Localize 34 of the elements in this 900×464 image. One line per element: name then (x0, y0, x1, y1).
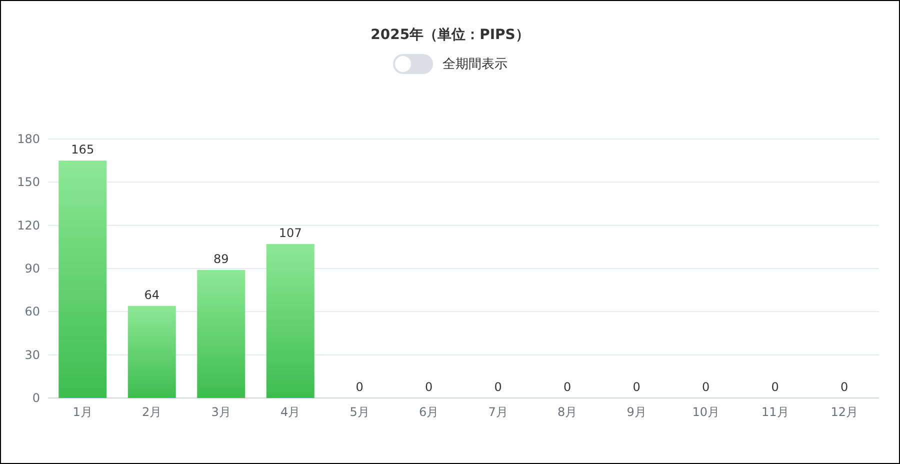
value-label: 0 (425, 380, 433, 394)
axis-category-label: 6月 (419, 405, 439, 419)
axis-category-label: 12月 (830, 405, 858, 419)
axis-tick-label: 0 (32, 391, 40, 405)
value-label: 0 (771, 380, 779, 394)
value-label: 0 (702, 380, 710, 394)
axis-category-label: 3月 (211, 405, 231, 419)
axis-tick-label: 60 (24, 304, 40, 319)
axis-category-label: 1月 (72, 405, 92, 419)
axis-category-label: 5月 (350, 405, 370, 419)
axis-tick-label: 30 (24, 348, 40, 362)
axis-category-label: 10月 (692, 405, 720, 419)
value-label: 0 (494, 380, 502, 394)
axis-tick-label: 180 (17, 132, 40, 146)
axis-tick-label: 150 (17, 175, 40, 190)
axis-tick-label: 90 (24, 262, 40, 276)
value-label: 64 (144, 288, 160, 302)
value-label: 165 (71, 142, 94, 157)
value-label: 0 (356, 380, 364, 394)
value-label: 0 (564, 380, 572, 394)
value-label: 89 (213, 252, 229, 266)
axis-category-label: 7月 (488, 405, 508, 419)
toggle-label: 全期間表示 (442, 56, 508, 73)
axis-category-label: 2月 (142, 405, 162, 419)
value-label: 0 (632, 380, 640, 394)
axis-category-label: 9月 (626, 405, 646, 419)
toggle-switch[interactable] (392, 54, 432, 74)
axis-category-label: 11月 (761, 405, 789, 419)
axis-category-label: 4月 (280, 405, 300, 419)
chart-title: 2025年（単位：PIPS） (370, 26, 530, 44)
axis-tick-label: 120 (17, 218, 40, 232)
value-label: 107 (278, 226, 302, 240)
value-label: 0 (840, 380, 848, 394)
axis-category-label: 8月 (558, 405, 578, 419)
